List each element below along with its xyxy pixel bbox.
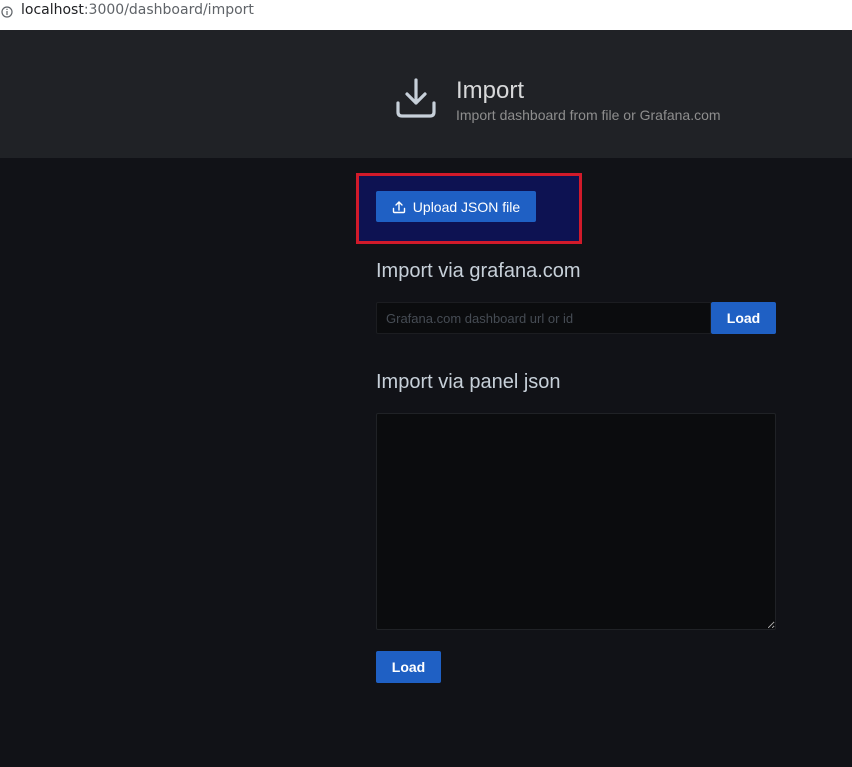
upload-icon xyxy=(392,200,405,213)
panel-json-textarea[interactable] xyxy=(376,413,776,630)
grafana-com-heading: Import via grafana.com xyxy=(376,260,581,282)
url-path: :3000/dashboard/import xyxy=(83,2,254,18)
grafana-com-load-button[interactable]: Load xyxy=(711,302,776,334)
page-header: Import Import dashboard from file or Gra… xyxy=(0,30,852,158)
panel-json-heading: Import via panel json xyxy=(376,371,561,393)
page-title: Import xyxy=(456,77,525,104)
page-subtitle: Import dashboard from file or Grafana.co… xyxy=(456,107,721,123)
browser-address-bar[interactable]: localhost:3000/dashboard/import xyxy=(0,0,852,30)
import-icon xyxy=(394,76,438,120)
address-url[interactable]: localhost:3000/dashboard/import xyxy=(21,2,254,18)
panel-json-load-button[interactable]: Load xyxy=(376,651,441,683)
info-icon[interactable] xyxy=(1,6,13,18)
upload-json-label: Upload JSON file xyxy=(412,198,521,215)
url-host: localhost xyxy=(21,2,84,18)
grafana-com-url-input[interactable] xyxy=(376,302,711,334)
upload-json-button[interactable]: Upload JSON file xyxy=(376,191,536,222)
